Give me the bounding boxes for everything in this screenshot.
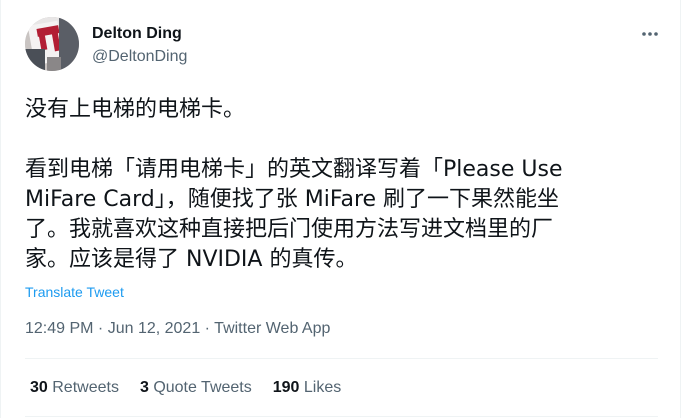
meta-separator: · [93,320,108,337]
author-name[interactable]: Delton Ding [92,24,182,44]
retweets-stat[interactable]: 30 Retweets [30,378,119,398]
tweet-card: Delton Ding @DeltonDing 没有上电梯的电梯卡。 看到电梯「… [0,0,681,418]
likes-count: 190 [272,379,300,396]
retweets-label: Retweets [52,379,119,396]
more-options-button[interactable] [633,20,667,48]
likes-label: Likes [303,379,342,396]
tweet-text-line: MiFare Card」，随便找了张 MiFare 刷了一下果然能坐 [25,187,560,212]
likes-stat[interactable]: 190 Likes [273,378,342,398]
tweet-date[interactable]: Jun 12, 2021 [108,320,201,337]
divider [25,416,658,417]
tweet-stats: 30 Retweets 3 Quote Tweets 190 Likes [30,378,362,398]
avatar[interactable] [25,17,79,71]
quote-tweets-label: Quote Tweets [153,379,252,396]
tweet-text-line: 家。应该是得了 NVIDIA 的真传。 [25,247,358,272]
tweet-text: 没有上电梯的电梯卡。 看到电梯「请用电梯卡」的英文翻译写着「Please Use… [25,95,655,275]
meta-separator: · [200,320,215,337]
tweet-source[interactable]: Twitter Web App [214,320,330,337]
translate-tweet-link[interactable]: Translate Tweet [25,283,124,301]
divider [25,358,658,359]
retweets-count: 30 [30,379,48,396]
tweet-text-paragraph: 没有上电梯的电梯卡。 [25,97,246,122]
tweet-text-line: 了。我就喜欢这种直接把后门使用方法写进文档里的厂 [25,217,554,242]
quote-tweets-count: 3 [139,379,149,396]
tweet-metadata: 12:49 PM · Jun 12, 2021 · Twitter Web Ap… [25,319,330,339]
author-handle[interactable]: @DeltonDing [92,47,187,67]
quote-tweets-stat[interactable]: 3 Quote Tweets [140,378,252,398]
more-horizontal-icon [642,32,658,36]
tweet-text-paragraph: 看到电梯「请用电梯卡」的英文翻译写着「Please Use MiFare Car… [25,155,655,275]
tweet-time[interactable]: 12:49 PM [25,320,93,337]
tweet-text-line: 看到电梯「请用电梯卡」的英文翻译写着「Please Use [25,157,563,182]
avatar-image [25,17,79,71]
